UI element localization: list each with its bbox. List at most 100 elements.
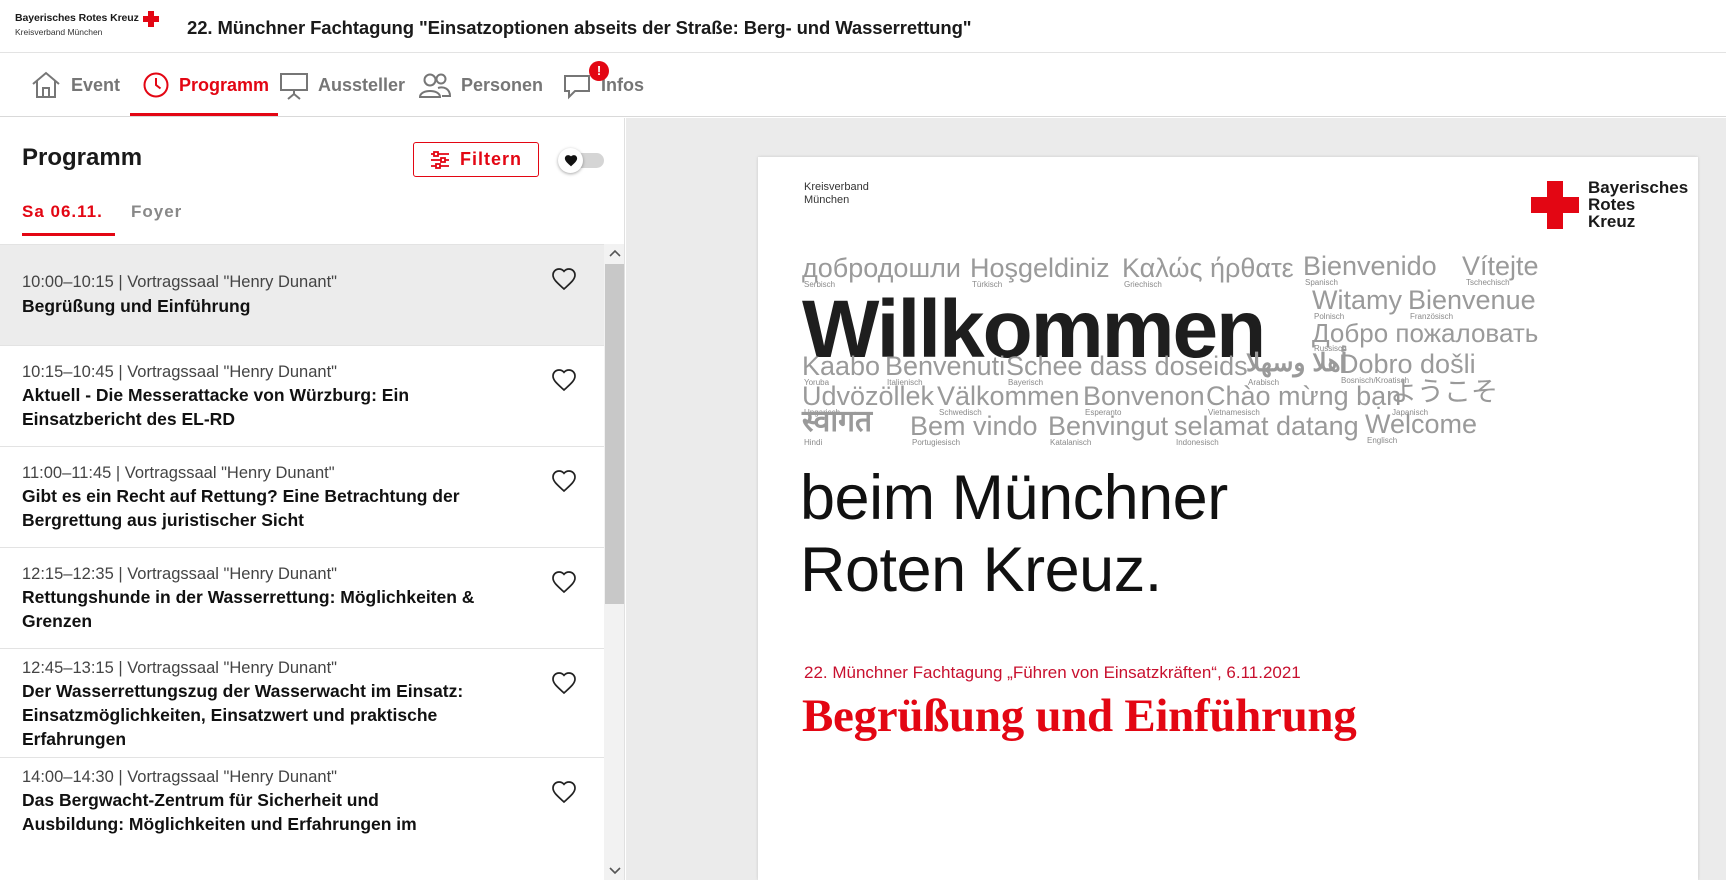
heart-filled-icon (564, 155, 577, 167)
welcome-word: Kaabo (802, 351, 881, 381)
chevron-up-icon (608, 249, 621, 257)
session-list: 10:00–10:15 | Vortragssaal "Henry Dunant… (0, 244, 604, 880)
slide-line-2: Roten Kreuz. (800, 535, 1162, 605)
people-icon (418, 73, 452, 98)
slide-title: Begrüßung und Einführung (802, 690, 1357, 742)
filter-button-label: Filtern (459, 149, 522, 169)
nav-infos-label: Infos (601, 74, 644, 95)
session-meta: 10:15–10:45 | Vortragssaal "Henry Dunant… (22, 363, 338, 381)
heart-icon[interactable] (551, 469, 577, 493)
heart-icon[interactable] (551, 671, 577, 695)
brand-logo[interactable]: Bayerisches Rotes Kreuz Kreisverband Mün… (15, 10, 165, 40)
slide-kreisverband: Kreisverband München (804, 181, 924, 207)
slide-kv-line2: München (804, 194, 850, 206)
nav-personen[interactable]: Personen (418, 54, 543, 116)
notification-badge: ! (589, 61, 609, 81)
session-item[interactable]: 14:00–14:30 | Vortragssaal "Henry Dunant… (0, 758, 604, 880)
nav-event-label: Event (71, 74, 121, 95)
welcome-word: Welcome (1365, 409, 1478, 439)
session-title: Das Bergwacht-Zentrum für Sicherheit und… (22, 790, 417, 834)
favorites-toggle[interactable] (558, 148, 605, 173)
welcome-word: أهلا وسهلا (1246, 349, 1348, 377)
slide-line-1: beim Münchner (800, 463, 1228, 533)
list-scrollbar[interactable] (604, 244, 624, 880)
welcome-word: Hoşgeldiniz (970, 253, 1110, 283)
nav-aussteller[interactable]: Aussteller (279, 54, 405, 116)
welcome-word: добродошли (802, 253, 961, 283)
slide-logo-line2: Rotes (1588, 195, 1636, 214)
heart-icon[interactable] (551, 267, 577, 291)
language-label: Portugiesisch (912, 438, 961, 447)
session-title: Der Wasserrettungszug der Wasserwacht im… (22, 681, 464, 749)
scroll-down-button[interactable] (604, 862, 624, 880)
welcome-word: Добро пожаловать (1312, 318, 1539, 348)
presentation-board-icon (280, 73, 308, 100)
language-label: Katalanisch (1050, 438, 1092, 447)
session-item[interactable]: 10:00–10:15 | Vortragssaal "Henry Dunant… (0, 245, 604, 346)
welcome-word: Benvenuti (885, 351, 1006, 381)
welcome-word: Vítejte (1462, 251, 1539, 281)
language-label: Indonesisch (1176, 438, 1219, 447)
nav-personen-label: Personen (461, 74, 544, 95)
chevron-down-icon (608, 867, 621, 875)
session-item[interactable]: 12:45–13:15 | Vortragssaal "Henry Dunant… (0, 649, 604, 758)
slide-viewer: Kreisverband München Bayerisches Rotes K… (626, 118, 1726, 880)
welcome-word: Bienvenue (1408, 285, 1536, 315)
welcome-word: Καλώς ήρθατε (1122, 253, 1294, 283)
session-meta: 12:15–12:35 | Vortragssaal "Henry Dunant… (22, 565, 338, 583)
session-item[interactable]: 10:15–10:45 | Vortragssaal "Henry Dunant… (0, 346, 604, 447)
nav-programm-label: Programm (179, 74, 270, 95)
slide-logo-line3: Kreuz (1588, 212, 1636, 231)
session-item[interactable]: 12:15–12:35 | Vortragssaal "Henry Dunant… (0, 548, 604, 649)
session-meta: 12:45–13:15 | Vortragssaal "Henry Dunant… (22, 659, 338, 677)
welcome-word: Dobro došli (1339, 349, 1476, 379)
scrollbar-thumb[interactable] (605, 264, 624, 604)
nav-programm[interactable]: Programm (129, 54, 279, 116)
filter-button[interactable]: Filtern (413, 142, 539, 177)
session-item[interactable]: 11:00–11:45 | Vortragssaal "Henry Dunant… (0, 447, 604, 548)
tab-foyer[interactable]: Foyer (131, 202, 182, 222)
slide-kv-line1: Kreisverband (804, 181, 869, 193)
session-meta: 10:00–10:15 | Vortragssaal "Henry Dunant… (22, 273, 338, 291)
nav-infos[interactable]: ! Infos (562, 54, 644, 116)
event-title: 22. Münchner Fachtagung "Einsatzoptionen… (187, 17, 972, 38)
slide-logo-line1: Bayerisches (1588, 178, 1689, 197)
welcome-word: ようこそ (1390, 377, 1498, 407)
heart-icon[interactable] (551, 570, 577, 594)
brand-sub: Kreisverband München (15, 27, 103, 37)
toggle-knob (558, 148, 583, 173)
brand-name: Bayerisches Rotes Kreuz (15, 12, 139, 24)
sliders-icon (430, 150, 449, 169)
language-label: Hindi (804, 438, 823, 447)
panel-title: Programm (22, 144, 143, 171)
welcome-word: स्वागत (802, 405, 873, 438)
session-title: Gibt es ein Recht auf Rettung? Eine Betr… (22, 486, 460, 530)
heart-icon[interactable] (551, 780, 577, 804)
program-panel: Programm Filtern Sa 06.11. Foyer 10:00–1… (0, 118, 625, 880)
welcome-word: Bienvenido (1303, 251, 1437, 281)
welcome-word: Bem vindo (910, 411, 1038, 441)
session-meta: 14:00–14:30 | Vortragssaal "Henry Dunant… (22, 768, 338, 786)
tab-day-sa[interactable]: Sa 06.11. (22, 202, 115, 236)
heart-icon[interactable] (551, 368, 577, 392)
session-meta: 11:00–11:45 | Vortragssaal "Henry Dunant… (22, 464, 335, 482)
session-title: Begrüßung und Einführung (22, 296, 251, 316)
language-label: Englisch (1367, 436, 1398, 445)
welcome-word: Välkommen (937, 381, 1080, 411)
session-title: Rettungshunde in der Wasserrettung: Mögl… (22, 587, 475, 631)
clock-icon (143, 72, 169, 98)
chat-bubble-icon (564, 75, 590, 100)
scroll-up-button[interactable] (604, 244, 624, 262)
red-cross-logo-icon (1531, 181, 1579, 229)
home-icon (32, 71, 60, 98)
presentation-slide: Kreisverband München Bayerisches Rotes K… (758, 157, 1698, 880)
red-cross-icon (143, 11, 159, 27)
welcome-word: Bonvenon (1083, 381, 1205, 411)
slide-subtitle: 22. Münchner Fachtagung „Führen von Eins… (804, 663, 1301, 682)
welcome-word: Chào mừng bạn (1206, 381, 1402, 411)
slide-logo-text: Bayerisches Rotes Kreuz (1588, 179, 1698, 230)
welcome-word: selamat datang (1174, 411, 1359, 441)
welcome-word: Benvingut (1048, 411, 1169, 441)
nav-event[interactable]: Event (30, 54, 120, 116)
top-bar: Bayerisches Rotes Kreuz Kreisverband Mün… (0, 0, 1726, 53)
